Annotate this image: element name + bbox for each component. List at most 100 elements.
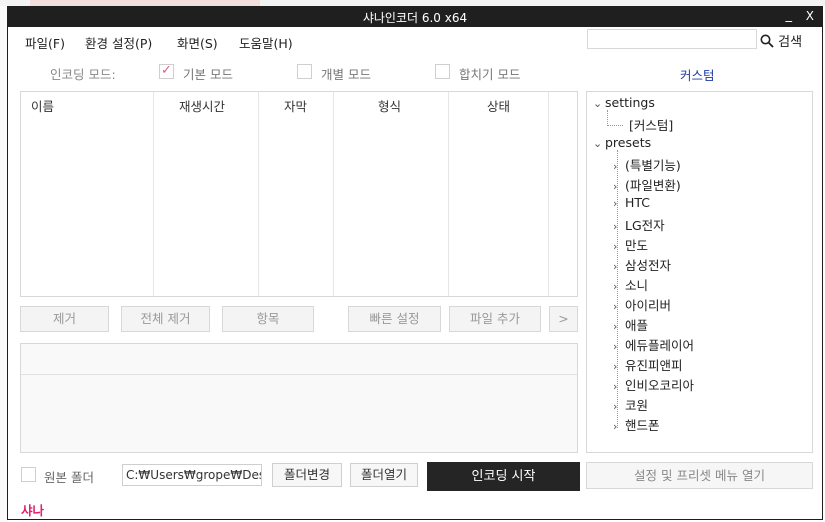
tree-node-label: 아이리버 [625, 298, 672, 313]
tree-node-label: 인비오코리아 [625, 378, 695, 393]
search-button-label: 검색 [778, 35, 803, 50]
basic-mode-label: 기본 모드 [183, 67, 233, 82]
chevron-right-icon: › [613, 197, 618, 210]
tree-node-label: settings [605, 95, 655, 110]
individual-mode-label: 개별 모드 [321, 67, 371, 82]
minimize-button[interactable]: _ [786, 8, 793, 23]
tree-node-label: (파일변환) [625, 178, 681, 193]
chevron-right-icon: › [613, 340, 618, 353]
column-header-status[interactable]: 상태 [487, 96, 510, 115]
source-folder-checkbox[interactable] [21, 467, 36, 482]
add-file-button[interactable]: 파일 추가 [449, 306, 541, 332]
log-panel [20, 343, 578, 453]
menu-help[interactable]: 도움말(H) [239, 33, 293, 52]
source-folder-label: 원본 폴더 [44, 470, 94, 485]
chevron-right-icon: › [613, 280, 618, 293]
tree-node-iriver[interactable]: › 아이리버 [613, 295, 671, 314]
tree-node-label: HTC [625, 195, 651, 210]
merge-mode-label: 합치기 모드 [459, 67, 521, 82]
chevron-right-icon: › [613, 260, 618, 273]
tree-node-mando[interactable]: › 만도 [613, 235, 648, 254]
log-panel-divider [21, 374, 577, 375]
tree-node-presets[interactable]: ⌄ presets [593, 135, 651, 150]
chevron-right-icon: › [613, 360, 618, 373]
more-button[interactable]: > [549, 306, 578, 332]
tree-node-phone[interactable]: › 핸드폰 [613, 415, 660, 434]
tree-node-apple[interactable]: › 애플 [613, 315, 648, 334]
column-subtitle: 자막 [259, 92, 334, 296]
tree-node-eugene[interactable]: › 유진피앤피 [613, 355, 683, 374]
tree-node-label: 애플 [625, 318, 649, 333]
tree-guide [607, 110, 608, 126]
chevron-down-icon: ⌄ [593, 137, 603, 150]
encoding-mode-label: 인코딩 모드: [50, 67, 116, 82]
open-settings-menu-button[interactable]: 설정 및 프리셋 메뉴 열기 [586, 462, 813, 489]
tree-node-label: 만도 [625, 238, 649, 253]
chevron-down-icon: ⌄ [593, 97, 603, 110]
tree-node-lg[interactable]: › LG전자 [613, 215, 665, 234]
merge-mode-checkbox[interactable] [435, 64, 450, 79]
column-header-duration[interactable]: 재생시간 [179, 96, 225, 115]
chevron-right-icon: › [613, 380, 618, 393]
search-button[interactable]: 검색 [760, 31, 802, 50]
custom-link[interactable]: 커스텀 [680, 65, 715, 84]
column-duration: 재생시간 [154, 92, 259, 296]
tree-node-special-features[interactable]: › (특별기능) [613, 155, 681, 174]
tree-node-invio[interactable]: › 인비오코리아 [613, 375, 694, 394]
column-format: 형식 [334, 92, 449, 296]
search-input[interactable] [587, 29, 757, 49]
menu-view[interactable]: 화면(S) [177, 33, 218, 52]
tree-node-label: 유진피앤피 [625, 358, 683, 373]
column-header-name[interactable]: 이름 [31, 96, 54, 115]
open-folder-button[interactable]: 폴더열기 [350, 463, 418, 487]
tree-guide [607, 125, 623, 126]
chevron-right-icon: › [613, 400, 618, 413]
start-encoding-button[interactable]: 인코딩 시작 [427, 462, 580, 491]
remove-all-button[interactable]: 전체 제거 [121, 306, 210, 332]
basic-mode-checkbox[interactable]: ✓ [159, 63, 174, 79]
chevron-right-icon: › [613, 240, 618, 253]
column-header-format[interactable]: 형식 [378, 96, 401, 115]
chevron-right-icon: › [613, 320, 618, 333]
change-folder-button[interactable]: 폴더변경 [272, 463, 342, 487]
close-button[interactable]: X [806, 9, 814, 23]
tree-node-label: 코원 [625, 398, 649, 413]
preset-tree[interactable]: ⌄ settings [커스텀] ⌄ presets › (특별기능) › (파일변환)… [586, 91, 813, 453]
column-status: 상태 [449, 92, 549, 296]
tree-node-eduplayer[interactable]: › 에듀플레이어 [613, 335, 694, 354]
tree-node-cowon[interactable]: › 코원 [613, 395, 648, 414]
remove-button[interactable]: 제거 [20, 306, 109, 332]
tree-node-htc[interactable]: › HTC [613, 195, 650, 210]
chevron-right-icon: › [613, 300, 618, 313]
menu-file[interactable]: 파일(F) [25, 33, 65, 52]
tree-node-label: 핸드폰 [625, 418, 660, 433]
tree-node-label: 소니 [625, 278, 649, 293]
tree-node-label: presets [605, 135, 652, 150]
title-bar: 샤나인코더 6.0 x64 _ X [8, 7, 822, 27]
tree-node-label: (특별기능) [625, 158, 681, 173]
tree-node-label: LG전자 [625, 218, 665, 233]
individual-mode-checkbox[interactable] [297, 64, 312, 79]
output-path-field[interactable]: C:₩Users₩grope₩Des [122, 464, 262, 486]
check-icon: ✓ [161, 63, 172, 78]
tree-node-file-conversion[interactable]: › (파일변환) [613, 175, 681, 194]
window-title: 샤나인코더 6.0 x64 [362, 11, 468, 25]
tree-node-label: 에듀플레이어 [625, 338, 695, 353]
chevron-right-icon: › [613, 180, 618, 193]
chevron-right-icon: › [613, 160, 618, 173]
tree-node-label: 삼성전자 [625, 258, 672, 273]
tree-node-custom[interactable]: [커스텀] [629, 115, 673, 134]
tree-node-samsung[interactable]: › 삼성전자 [613, 255, 671, 274]
app-window: 샤나인코더 6.0 x64 _ X 파일(F) 환경 설정(P) 화면(S) 도… [7, 6, 823, 520]
tree-node-sony[interactable]: › 소니 [613, 275, 648, 294]
search-icon [760, 34, 774, 48]
item-button[interactable]: 항목 [222, 306, 314, 332]
column-header-subtitle[interactable]: 자막 [284, 96, 307, 115]
file-list-table[interactable]: 이름 재생시간 자막 형식 상태 [20, 91, 578, 297]
column-name: 이름 [21, 92, 154, 296]
chevron-right-icon: › [613, 420, 618, 433]
quick-settings-button[interactable]: 빠른 설정 [348, 306, 441, 332]
chevron-right-icon: › [613, 220, 618, 233]
menu-settings[interactable]: 환경 설정(P) [85, 33, 152, 52]
tree-node-settings[interactable]: ⌄ settings [593, 95, 655, 110]
